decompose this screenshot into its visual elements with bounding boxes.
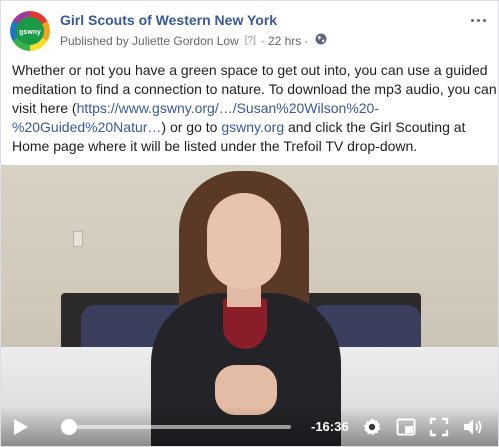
separator-dot-2: · <box>304 33 309 48</box>
progress-bar[interactable] <box>63 425 291 429</box>
svg-text:gswny: gswny <box>19 29 41 36</box>
published-by[interactable]: Published by Juliette Gordon Low <box>60 34 239 48</box>
progress-scrubber[interactable] <box>61 419 77 435</box>
post-text: Whether or not you have a green space to… <box>12 61 498 156</box>
play-icon[interactable] <box>13 418 29 436</box>
video-player[interactable]: -16:36 <box>1 165 498 446</box>
picture-in-picture-icon[interactable] <box>396 417 416 437</box>
post-text-part-2: ) or go to <box>161 119 222 135</box>
post-header: gswny Girl Scouts of Western New York Pu… <box>10 9 498 53</box>
timestamp[interactable]: 22 hrs <box>268 34 301 48</box>
gear-icon[interactable] <box>362 417 382 437</box>
page-name-link[interactable]: Girl Scouts of Western New York <box>60 12 277 28</box>
video-controls: -16:36 <box>1 406 498 446</box>
help-marker[interactable]: [?] <box>245 35 256 46</box>
time-remaining: -16:36 <box>311 419 349 434</box>
page-avatar[interactable]: gswny <box>10 11 50 51</box>
person-face <box>207 193 281 289</box>
wall-outlet <box>73 231 83 247</box>
more-options-icon[interactable] <box>468 13 488 27</box>
gswny-link[interactable]: gswny.org <box>221 119 284 135</box>
fullscreen-icon[interactable] <box>429 417 449 437</box>
globe-icon[interactable] <box>315 33 327 48</box>
separator-dot: · <box>260 33 265 48</box>
post-meta: Published by Juliette Gordon Low [?] · 2… <box>60 33 327 48</box>
volume-icon[interactable] <box>462 417 482 437</box>
facebook-post: gswny Girl Scouts of Western New York Pu… <box>0 0 499 447</box>
gswny-logo-icon: gswny <box>16 17 44 45</box>
